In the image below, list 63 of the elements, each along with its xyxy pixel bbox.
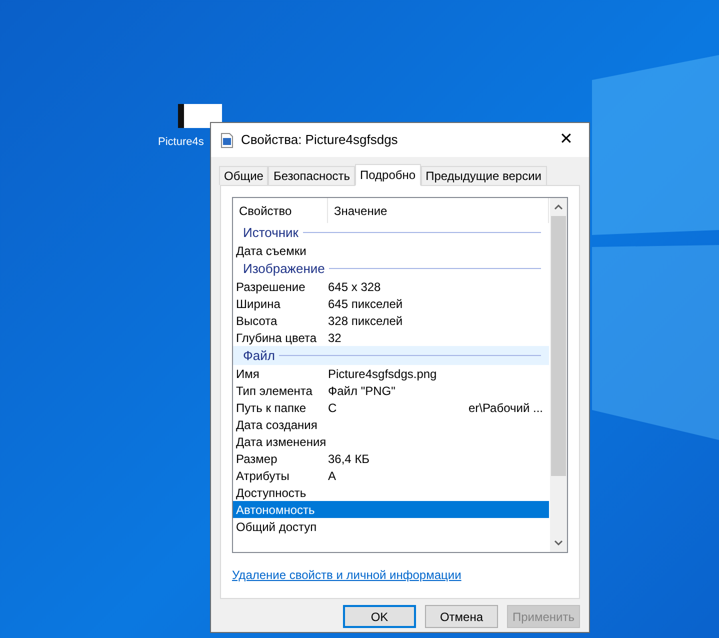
property-row[interactable]: Тип элемента Файл "PNG" xyxy=(233,382,549,399)
property-name: Ширина xyxy=(235,296,282,312)
tab[interactable]: Общие xyxy=(219,166,268,185)
dialog-button[interactable]: OK xyxy=(343,605,416,628)
group-title: Изображение xyxy=(243,260,325,278)
remove-properties-link[interactable]: Удаление свойств и личной информации xyxy=(232,566,462,584)
close-button[interactable]: ✕ xyxy=(543,123,589,157)
property-value: 36,4 КБ xyxy=(328,450,370,468)
property-value: Файл "PNG" xyxy=(328,382,396,400)
group-header[interactable]: Изображение xyxy=(233,259,549,278)
window-title: Свойства: Picture4sgfsdgs xyxy=(241,131,398,150)
property-row[interactable]: Размер 36,4 КБ xyxy=(233,450,549,467)
property-row[interactable]: Автономность xyxy=(233,501,549,518)
property-row[interactable]: Дата создания xyxy=(233,416,549,433)
property-row[interactable]: Общий доступ xyxy=(233,518,549,535)
image-file-icon xyxy=(221,132,233,148)
property-name: Высота xyxy=(235,312,278,330)
property-name: Путь к папке xyxy=(235,400,308,416)
property-name: Дата создания xyxy=(235,416,318,434)
property-row[interactable]: Имя Picture4sgfsdgs.png xyxy=(233,365,549,382)
property-row[interactable]: Высота 328 пикселей xyxy=(233,312,549,329)
property-value: 645 пикселей xyxy=(328,296,403,312)
tab[interactable]: Предыдущие версии xyxy=(420,166,546,185)
group-title: Источник xyxy=(243,224,298,242)
scrollbar-thumb[interactable] xyxy=(551,216,566,476)
property-name: Атрибуты xyxy=(235,468,290,484)
group-header[interactable]: Источник xyxy=(233,223,549,242)
desktop-icon-label: Picture4s xyxy=(158,135,204,150)
property-name: Автономность xyxy=(235,502,316,518)
column-header[interactable]: Свойство xyxy=(233,198,328,223)
property-row[interactable]: Атрибуты A xyxy=(233,467,549,484)
property-name: Общий доступ xyxy=(235,518,318,536)
property-name: Глубина цвета xyxy=(235,330,318,346)
property-row[interactable]: Ширина 645 пикселей xyxy=(233,295,549,312)
property-name: Доступность xyxy=(235,484,308,502)
property-row[interactable]: Доступность xyxy=(233,484,549,501)
property-value: 328 пикселей xyxy=(328,312,403,330)
column-header[interactable]: Значение xyxy=(328,198,549,223)
tab[interactable]: Подробно xyxy=(355,164,421,186)
property-name: Разрешение xyxy=(235,278,306,296)
property-name: Размер xyxy=(235,450,278,468)
scroll-up-icon[interactable] xyxy=(554,204,563,210)
group-header[interactable]: Файл xyxy=(233,346,549,365)
group-title: Файл xyxy=(243,346,275,365)
property-name: Тип элемента xyxy=(235,382,314,400)
dialog-button[interactable]: Отмена xyxy=(425,605,498,628)
property-name: Имя xyxy=(235,366,260,382)
property-value: Picture4sgfsdgs.png xyxy=(328,366,437,382)
property-name: Дата съемки xyxy=(235,242,308,260)
property-row[interactable]: Разрешение 645 x 328 xyxy=(233,278,549,295)
property-value: C xyxy=(328,400,337,416)
property-row[interactable]: Путь к папке C er\Рабочий ... xyxy=(233,399,549,416)
property-row[interactable]: Дата съемки xyxy=(233,242,549,259)
scroll-down-icon[interactable] xyxy=(554,540,563,546)
property-value: er\Рабочий ... xyxy=(468,400,543,416)
property-value: 32 xyxy=(328,330,342,346)
property-name: Дата изменения xyxy=(235,434,328,450)
scrollbar[interactable] xyxy=(550,198,567,552)
property-row[interactable]: Глубина цвета 32 xyxy=(233,329,549,346)
property-value: 645 x 328 xyxy=(328,278,381,296)
property-value: A xyxy=(328,468,336,484)
tab[interactable]: Безопасность xyxy=(268,166,356,185)
property-row[interactable]: Дата изменения xyxy=(233,433,549,450)
